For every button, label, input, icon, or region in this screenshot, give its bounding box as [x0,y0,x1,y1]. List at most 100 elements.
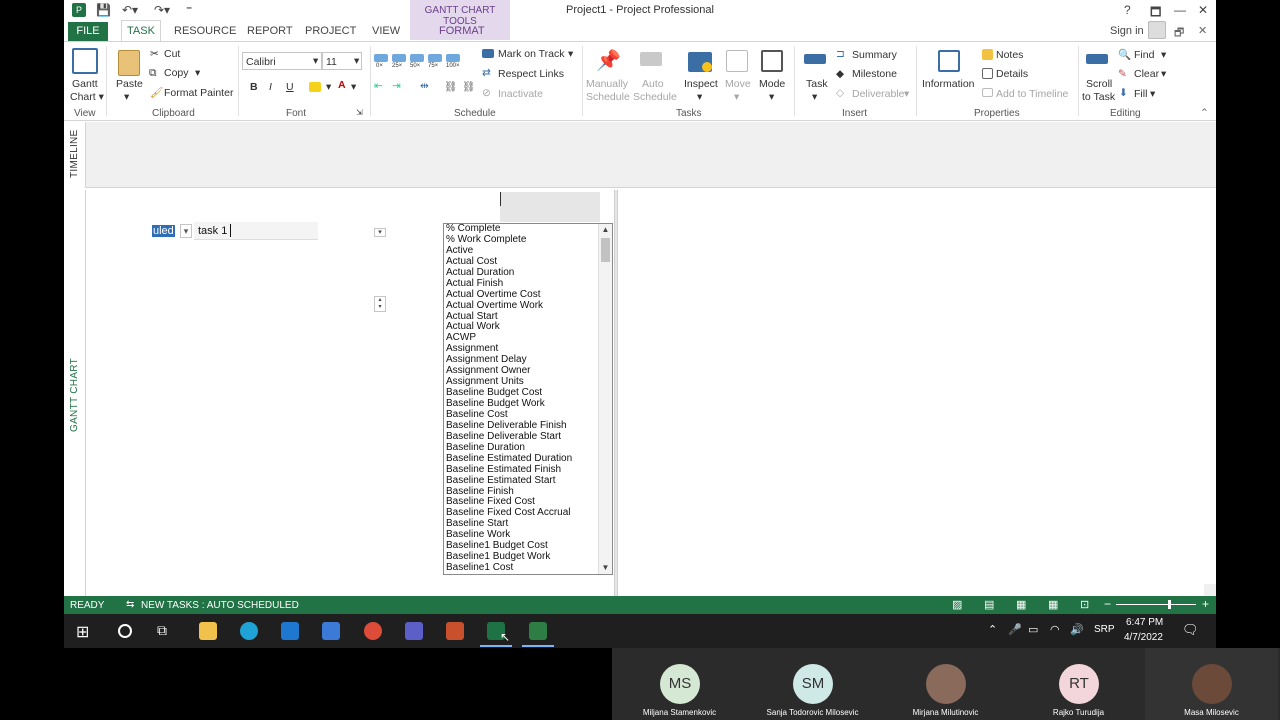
file-explorer-icon[interactable] [199,622,217,640]
clock-time[interactable]: 6:47 PM [1126,617,1163,628]
insert-task-dropdown-icon[interactable]: ▾ [812,91,817,103]
highlight-dropdown-icon[interactable]: ▾ [326,81,331,93]
language-indicator[interactable]: SRP [1094,624,1115,635]
teams-icon[interactable] [405,622,423,640]
scroll-up-icon[interactable]: ▲ [599,224,612,236]
split-icon[interactable]: ⇹ [420,80,429,92]
indent-icon[interactable]: ⇥ [392,80,401,92]
scroll-thumb[interactable] [601,238,610,262]
find-dropdown-icon[interactable]: ▾ [1161,49,1166,61]
font-family-dropdown-icon[interactable]: ▾ [313,55,318,67]
team-planner-icon[interactable]: ▦ [1016,598,1026,611]
chrome-icon[interactable] [364,622,382,640]
participant-tile[interactable]: Mirjana Milutinovic [879,648,1012,720]
paste-button[interactable]: Paste [116,78,143,90]
clear-button[interactable]: Clear [1134,68,1159,80]
tray-chevron-icon[interactable]: ⌃ [988,623,997,636]
duration-spinner[interactable]: ▴ ▾ [374,296,386,312]
resource-sheet-icon[interactable]: ▦ [1048,598,1058,611]
field-list-item[interactable]: Baseline Estimated Start [444,475,598,487]
font-color-icon[interactable]: A [338,79,346,91]
pct-0-icon[interactable] [374,54,388,62]
link-icon[interactable]: ⛓ [444,80,457,93]
sign-in-link[interactable]: Sign in [1110,25,1144,37]
store-icon[interactable] [322,622,340,640]
scroll-to-task-button2[interactable]: to Task [1082,91,1115,103]
notifications-icon[interactable]: 🗨 [1182,622,1199,638]
insert-task-button[interactable]: Task [806,78,828,90]
network-icon[interactable]: ◠ [1050,623,1060,636]
clock-date[interactable]: 4/7/2022 [1124,632,1163,643]
start-icon[interactable]: ⊞ [76,622,89,642]
notes-button[interactable]: Notes [996,49,1023,61]
field-list-scrollbar[interactable]: ▲ ▼ [598,224,612,574]
tab-task[interactable]: TASK [121,20,161,42]
field-list-item[interactable]: Baseline Estimated Finish [444,464,598,476]
manually-schedule-button2[interactable]: Schedule [586,91,630,103]
field-list-item[interactable]: Actual Finish [444,278,598,290]
duration-dropdown-icon[interactable]: ▾ [374,228,386,237]
mark-on-track-button[interactable]: Mark on Track [498,48,565,60]
cortana-icon[interactable] [118,624,132,638]
tab-resource[interactable]: RESOURCE [174,25,236,37]
font-dialog-launcher-icon[interactable]: ⇲ [356,108,363,117]
gantt-chart-pane[interactable] [618,190,1216,596]
cut-button[interactable]: Cut [164,48,180,60]
tab-project[interactable]: PROJECT [305,25,356,37]
fill-dropdown-icon[interactable]: ▾ [1150,88,1155,100]
task-view-icon[interactable]: ⧉ [157,622,167,639]
scroll-down-icon[interactable]: ▼ [599,562,612,574]
summary-button[interactable]: Summary [852,49,897,61]
pct-100-icon[interactable] [446,54,460,62]
find-button[interactable]: Find [1134,49,1154,61]
underline-button[interactable]: U [286,81,294,93]
participant-tile[interactable]: MS Miljana Stamenkovic [613,648,746,720]
pct-50-icon[interactable] [410,54,424,62]
field-list-item[interactable]: Baseline1 Cost [444,562,598,574]
tab-view[interactable]: VIEW [372,25,400,37]
deliverable-button[interactable]: Deliverable [852,88,905,100]
powerpoint-icon[interactable] [446,622,464,640]
ribbon-close-icon[interactable]: ✕ [1198,24,1207,37]
edge-icon[interactable] [240,622,258,640]
participant-tile[interactable]: SM Sanja Todorovic Milosevic [746,648,879,720]
add-to-timeline-button[interactable]: Add to Timeline [996,88,1068,100]
highlight-color-icon[interactable] [309,82,321,92]
task-mode-value[interactable]: uled [152,225,175,237]
mode-dropdown-icon[interactable]: ▾ [769,91,774,103]
paste-icon[interactable] [118,50,140,76]
scroll-to-task-button[interactable]: Scroll [1086,78,1112,90]
task-usage-icon[interactable]: ▨ [952,598,962,611]
user-avatar-icon[interactable] [1148,21,1166,39]
inspect-button[interactable]: Inspect [684,78,718,90]
gantt-chart-label1[interactable]: Gantt [72,78,98,90]
zoom-thumb[interactable] [1168,600,1171,609]
details-button[interactable]: Details [996,68,1028,80]
paste-dropdown-icon[interactable]: ▾ [124,91,129,103]
right-edge-scroll[interactable] [1204,584,1216,596]
deliverable-dropdown-icon[interactable]: ▾ [904,88,909,100]
tab-report[interactable]: REPORT [247,25,293,37]
move-dropdown-icon[interactable]: ▾ [734,91,739,103]
project-taskbar-icon[interactable] [529,622,547,640]
volume-icon[interactable]: 🔊 [1070,623,1084,636]
zoom-in-icon[interactable]: + [1202,597,1209,611]
field-list-item[interactable]: Actual Overtime Work [444,300,598,312]
gantt-chart-icon[interactable] [72,48,98,74]
field-name-list[interactable]: % Complete% Work Complete Active Actual Co… [443,223,613,575]
microphone-icon[interactable]: 🎤 [1008,623,1022,636]
report-icon[interactable]: ⊡ [1080,598,1089,611]
zoom-slider[interactable] [1116,604,1196,605]
move-button[interactable]: Move [725,78,751,90]
auto-schedule-button[interactable]: Auto [642,78,664,90]
mark-on-track-dropdown-icon[interactable]: ▾ [568,48,573,60]
inactivate-button[interactable]: Inactivate [498,88,543,100]
close-button[interactable]: ✕ [1198,3,1208,17]
field-list-item[interactable]: Actual Overtime Cost [444,289,598,301]
participant-tile[interactable]: Masa Milosevic [1145,648,1278,720]
mode-button[interactable]: Mode [759,78,785,90]
copy-dropdown-icon[interactable]: ▾ [195,67,200,79]
pct-25-icon[interactable] [392,54,406,62]
font-size-dropdown-icon[interactable]: ▾ [354,55,359,67]
collapse-ribbon-icon[interactable]: ⌃ [1200,107,1209,119]
